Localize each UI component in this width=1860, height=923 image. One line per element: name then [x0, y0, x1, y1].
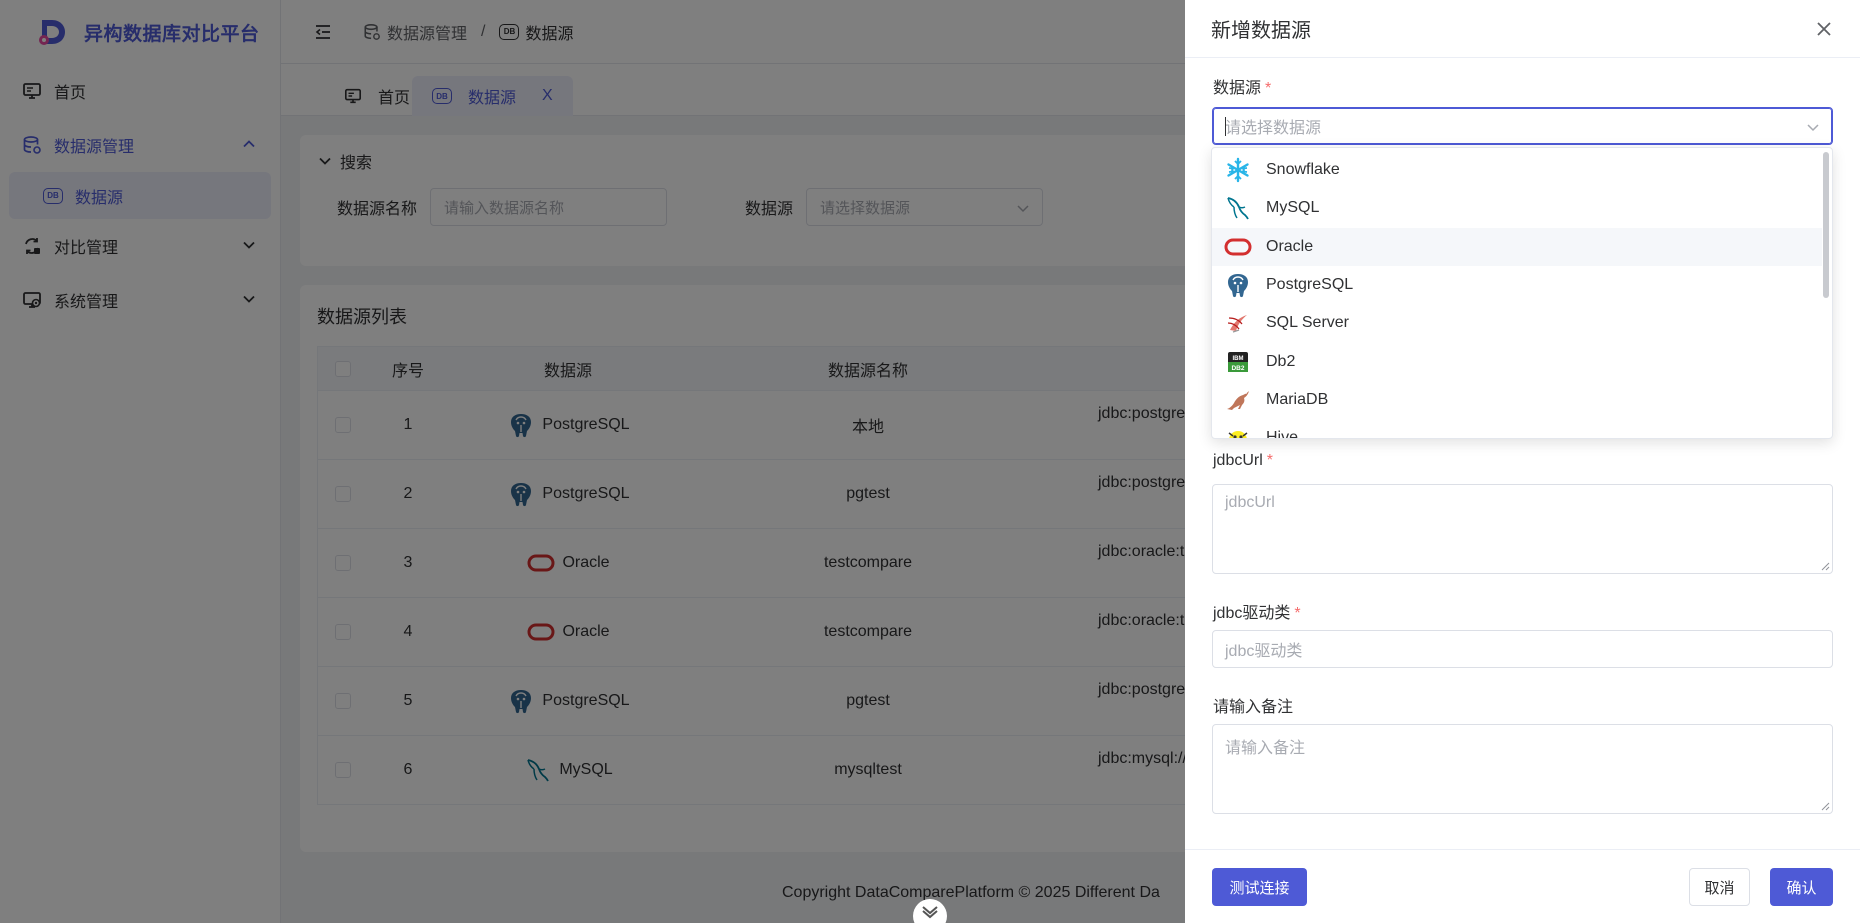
test-connection-button[interactable]: 测试连接 — [1212, 868, 1307, 906]
chevron-down-icon — [1807, 124, 1819, 132]
datasource-select-placeholder: 请选择数据源 — [1225, 120, 1322, 137]
jdbc-driver-label: jdbc驱动类 * — [1213, 605, 1301, 622]
dropdown-scrollbar[interactable] — [1823, 152, 1829, 298]
dropdown-option[interactable]: IBM DB2 Db2 — [1212, 343, 1822, 381]
datasource-field-label: 数据源 * — [1213, 80, 1272, 97]
add-datasource-drawer: 新增数据源 数据源 * 请选择数据源 jdbcUrl * jdbcUrl jdbc驱… — [1185, 0, 1860, 923]
dropdown-option[interactable]: SQL Server — [1212, 304, 1822, 342]
snowflake-icon — [1224, 156, 1252, 184]
drawer-footer-divider — [1185, 849, 1860, 850]
close-icon[interactable] — [1814, 19, 1834, 39]
chevron-double-down-icon — [922, 906, 938, 919]
dropdown-option-label: PostgreSQL — [1266, 275, 1354, 293]
hive-icon — [1224, 424, 1252, 438]
jdbc-url-label: jdbcUrl * — [1213, 452, 1274, 469]
svg-text:DB2: DB2 — [1231, 365, 1244, 372]
dropdown-option[interactable]: Hive — [1212, 419, 1822, 439]
mariadb-icon — [1224, 386, 1252, 414]
drawer-header: 新增数据源 — [1185, 0, 1860, 58]
mysql-icon — [1224, 194, 1252, 222]
datasource-select[interactable]: 请选择数据源 — [1212, 107, 1833, 145]
svg-text:IBM: IBM — [1233, 356, 1244, 362]
dropdown-option-label: MySQL — [1266, 199, 1320, 217]
confirm-button[interactable]: 确认 — [1770, 868, 1833, 906]
jdbc-driver-input[interactable]: jdbc驱动类 — [1212, 630, 1833, 668]
sqlserver-icon — [1224, 309, 1252, 337]
resize-grip-icon[interactable] — [1820, 561, 1830, 571]
dropdown-option-label: Hive — [1266, 429, 1299, 439]
dropdown-option[interactable]: Oracle — [1212, 227, 1822, 266]
dropdown-option-label: Db2 — [1266, 352, 1296, 370]
jdbc-url-placeholder: jdbcUrl — [1225, 494, 1275, 511]
cancel-button[interactable]: 取消 — [1689, 868, 1750, 906]
datasource-dropdown: Snowflake MySQL Oracle PostgreSQL SQL Server… — [1211, 147, 1833, 439]
remark-label: 请输入备注 — [1213, 699, 1294, 716]
dropdown-option[interactable]: Snowflake — [1212, 151, 1822, 189]
db2-icon: IBM DB2 — [1224, 348, 1252, 376]
resize-grip-icon[interactable] — [1820, 801, 1830, 811]
dropdown-option-label: SQL Server — [1266, 314, 1349, 332]
dropdown-option-label: Snowflake — [1266, 161, 1340, 178]
postgresql-icon — [1224, 271, 1252, 299]
dropdown-option-label: Oracle — [1266, 237, 1314, 255]
dropdown-option-label: MariaDB — [1266, 390, 1329, 408]
remark-textarea[interactable]: 请输入备注 — [1212, 724, 1833, 814]
dropdown-option[interactable]: MariaDB — [1212, 381, 1822, 419]
dropdown-option[interactable]: PostgreSQL — [1212, 266, 1822, 304]
oracle-icon — [1224, 233, 1252, 261]
text-caret — [1225, 117, 1226, 136]
drawer-title: 新增数据源 — [1211, 20, 1311, 42]
dropdown-option[interactable]: MySQL — [1212, 189, 1822, 227]
remark-placeholder: 请输入备注 — [1225, 740, 1306, 757]
jdbc-url-textarea[interactable]: jdbcUrl — [1212, 484, 1833, 574]
